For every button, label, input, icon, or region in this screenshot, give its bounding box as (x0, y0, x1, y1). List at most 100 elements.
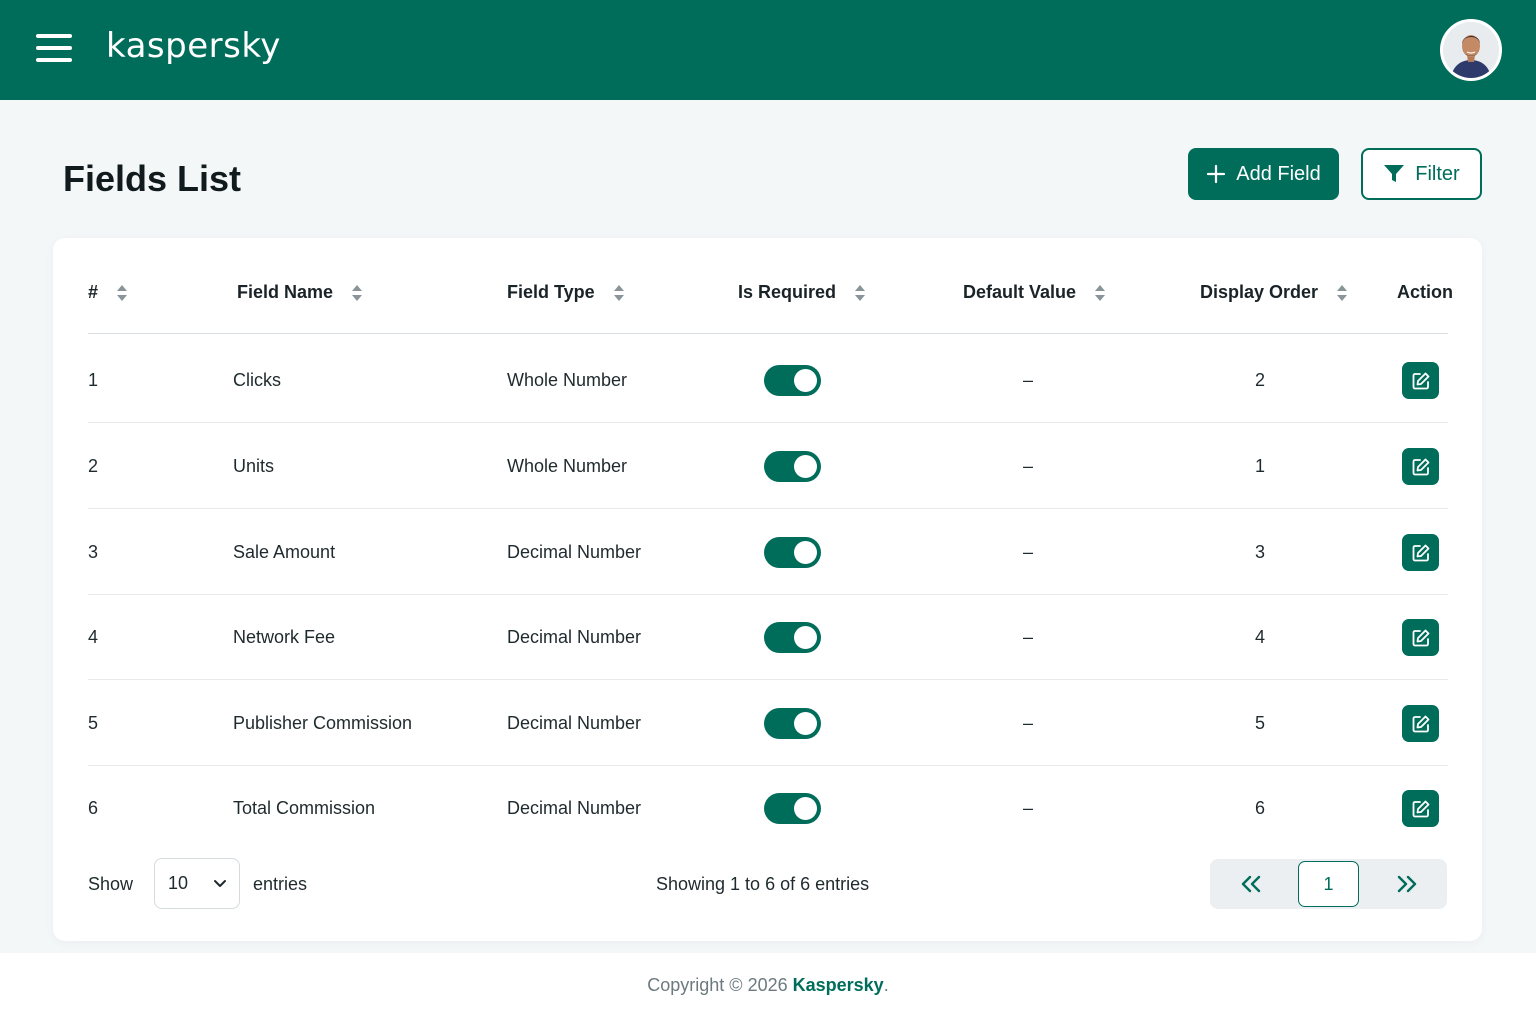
edit-icon (1412, 458, 1429, 475)
column-header-action-label: Action (1397, 282, 1453, 302)
column-header-field-type[interactable]: Field Type (507, 282, 625, 303)
copyright-text: Copyright © 2026 Kaspersky. (0, 975, 1536, 996)
is-required-toggle[interactable] (764, 365, 821, 396)
row-field-type: Decimal Number (507, 626, 642, 647)
column-header-id[interactable]: # (88, 282, 128, 303)
table-header: # Field Name Field Type Is Required Defa… (88, 270, 1453, 334)
table-row: 4 Network Fee Decimal Number – 4 (88, 594, 1448, 680)
table-row: 1 Clicks Whole Number – 2 (88, 337, 1448, 423)
edit-button[interactable] (1402, 619, 1439, 656)
page-title: Fields List (63, 158, 242, 199)
add-field-label: Add Field (1236, 162, 1321, 185)
toggle-knob (794, 455, 817, 478)
column-header-field-name-label: Field Name (237, 282, 334, 302)
showing-entries-text: Showing 1 to 6 of 6 entries (656, 873, 870, 894)
page-number-button[interactable]: 1 (1298, 861, 1359, 907)
double-chevron-right-icon (1397, 875, 1417, 893)
column-header-is-required[interactable]: Is Required (738, 282, 866, 303)
row-display-order: 3 (1255, 541, 1266, 562)
toggle-knob (794, 541, 817, 564)
row-field-name: Publisher Commission (233, 712, 413, 733)
table-row: 5 Publisher Commission Decimal Number – 5 (88, 680, 1448, 766)
show-label: Show (88, 873, 134, 894)
sort-icon (1095, 284, 1106, 301)
row-default-value: – (1023, 541, 1034, 562)
row-default-value: – (1023, 455, 1034, 476)
row-field-type: Decimal Number (507, 797, 642, 818)
toggle-knob (794, 712, 817, 735)
is-required-toggle[interactable] (764, 537, 821, 568)
column-header-default-value[interactable]: Default Value (963, 282, 1106, 303)
copyright-brand-link[interactable]: Kaspersky (793, 975, 884, 995)
filter-button[interactable]: Filter (1361, 148, 1482, 200)
is-required-toggle[interactable] (764, 622, 821, 653)
row-id: 6 (88, 797, 99, 818)
top-navbar: kaspersky (0, 0, 1536, 100)
table-row: 3 Sale Amount Decimal Number – 3 (88, 509, 1448, 595)
table-row: 6 Total Commission Decimal Number – 6 (88, 765, 1448, 851)
row-field-type: Decimal Number (507, 541, 642, 562)
edit-icon (1412, 544, 1429, 561)
plus-icon (1207, 164, 1226, 184)
entries-label: entries (253, 873, 308, 894)
toggle-knob (794, 369, 817, 392)
is-required-toggle[interactable] (764, 708, 821, 739)
toggle-knob (794, 797, 817, 820)
row-field-name: Clicks (233, 369, 281, 390)
edit-button[interactable] (1402, 705, 1439, 742)
row-display-order: 5 (1255, 712, 1266, 733)
column-header-id-label: # (88, 282, 99, 302)
hamburger-menu-icon[interactable] (36, 34, 72, 64)
add-field-button[interactable]: Add Field (1188, 148, 1339, 200)
edit-button[interactable] (1402, 448, 1439, 485)
row-default-value: – (1023, 797, 1034, 818)
user-avatar[interactable] (1440, 19, 1502, 81)
row-field-name: Network Fee (233, 626, 336, 647)
sort-icon (613, 284, 624, 301)
row-id: 1 (88, 369, 99, 390)
is-required-toggle[interactable] (764, 793, 821, 824)
sort-icon (117, 284, 128, 301)
edit-icon (1412, 715, 1429, 732)
row-display-order: 4 (1255, 626, 1266, 647)
sort-icon (352, 284, 363, 301)
edit-button[interactable] (1402, 362, 1439, 399)
sort-icon (1337, 284, 1348, 301)
double-chevron-left-icon (1241, 875, 1261, 893)
table-row: 2 Units Whole Number – 1 (88, 423, 1448, 509)
filter-icon (1384, 165, 1405, 182)
edit-icon (1412, 372, 1429, 389)
edit-button[interactable] (1402, 534, 1439, 571)
toggle-knob (794, 626, 817, 649)
edit-icon (1412, 800, 1429, 817)
row-display-order: 2 (1255, 369, 1266, 390)
sort-icon (855, 284, 866, 301)
row-default-value: – (1023, 369, 1034, 390)
next-page-button[interactable] (1382, 859, 1432, 909)
row-display-order: 1 (1255, 455, 1266, 476)
row-display-order: 6 (1255, 797, 1266, 818)
is-required-toggle[interactable] (764, 451, 821, 482)
row-id: 4 (88, 626, 99, 647)
page-size-select[interactable]: 10 (154, 858, 240, 909)
copyright-suffix: . (883, 975, 889, 995)
row-id: 2 (88, 455, 99, 476)
chevron-down-icon (214, 880, 226, 887)
row-field-type: Decimal Number (507, 712, 642, 733)
column-header-default-value-label: Default Value (963, 282, 1077, 302)
row-field-name: Units (233, 455, 275, 476)
copyright-prefix: Copyright © 2026 (647, 975, 793, 995)
previous-page-button[interactable] (1226, 859, 1276, 909)
pagination: 1 (1210, 859, 1447, 909)
row-id: 3 (88, 541, 99, 562)
brand-logo[interactable]: kaspersky (106, 26, 281, 66)
row-id: 5 (88, 712, 99, 733)
column-header-field-name[interactable]: Field Name (237, 282, 363, 303)
column-header-field-type-label: Field Type (507, 282, 595, 302)
column-header-display-order[interactable]: Display Order (1200, 282, 1348, 303)
page-size-value: 10 (168, 873, 189, 893)
row-field-type: Whole Number (507, 455, 628, 476)
edit-button[interactable] (1402, 790, 1439, 827)
column-header-is-required-label: Is Required (738, 282, 837, 302)
column-header-action: Action (1397, 282, 1453, 303)
